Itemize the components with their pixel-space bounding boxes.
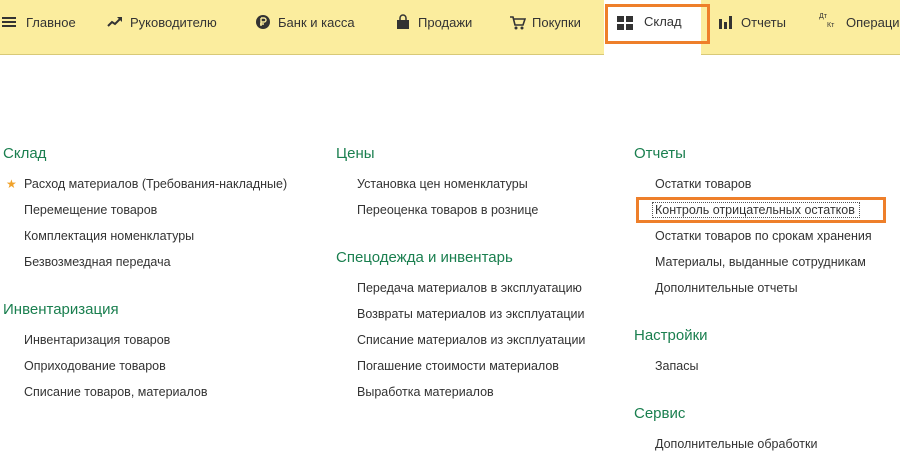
link-assembly[interactable]: Комплектация номенклатуры [24, 229, 194, 243]
section-title-workwear: Спецодежда и инвентарь [336, 249, 513, 266]
link-cost-repayment[interactable]: Погашение стоимости материалов [357, 359, 559, 373]
tab-reports[interactable]: Отчеты [717, 0, 786, 44]
section-panel: Главное Руководителю Банк и касса Продаж… [0, 0, 900, 55]
tab-label: Отчеты [741, 14, 786, 30]
cart-icon [508, 13, 526, 31]
link-stock-by-shelf-life[interactable]: Остатки товаров по срокам хранения [655, 229, 872, 243]
section-title-prices: Цены [336, 145, 375, 162]
favorite-star-icon[interactable]: ★ [6, 177, 17, 191]
link-free-transfer[interactable]: Безвозмездная передача [24, 255, 171, 269]
tab-bank[interactable]: Банк и касса [254, 0, 355, 44]
link-additional-reports[interactable]: Дополнительные отчеты [655, 281, 798, 295]
section-title-warehouse: Склад [3, 145, 47, 162]
tab-label: Главное [26, 14, 76, 30]
link-goods-writeoff[interactable]: Списание товаров, материалов [24, 385, 208, 399]
bag-icon [394, 13, 412, 31]
hamburger-icon [0, 13, 18, 31]
section-title-service: Сервис [634, 405, 686, 422]
tab-label: Операци [846, 14, 900, 30]
link-inventory-goods[interactable]: Инвентаризация товаров [24, 333, 170, 347]
tab-operations[interactable]: Дт Кт Операци [818, 0, 900, 44]
tab-main[interactable]: Главное [0, 0, 76, 44]
tab-label: Руководителю [130, 14, 217, 30]
tab-sales[interactable]: Продажи [394, 0, 472, 44]
section-title-inventory: Инвентаризация [3, 301, 119, 318]
tab-label: Склад [644, 14, 682, 29]
tab-label: Банк и касса [278, 14, 355, 30]
link-set-prices[interactable]: Установка цен номенклатуры [357, 177, 528, 191]
tab-manager[interactable]: Руководителю [106, 0, 217, 44]
tab-label: Продажи [418, 14, 473, 30]
section-title-settings: Настройки [634, 327, 708, 344]
link-stocks-settings[interactable]: Запасы [655, 359, 698, 373]
dt-kt-icon: Дт Кт [819, 13, 835, 29]
tab-warehouse[interactable]: Склад [604, 0, 701, 55]
trend-icon [106, 13, 124, 31]
link-goods-transfer[interactable]: Перемещение товаров [24, 203, 157, 217]
link-material-handover[interactable]: Передача материалов в эксплуатацию [357, 281, 582, 295]
bar-chart-icon [717, 13, 735, 31]
link-material-consumption[interactable]: Расход материалов (Требования-накладные) [24, 177, 287, 191]
section-title-reports: Отчеты [634, 145, 686, 162]
tab-label: Покупки [532, 14, 581, 30]
tab-purchases[interactable]: Покупки [508, 0, 581, 44]
link-stock-balance[interactable]: Остатки товаров [655, 177, 751, 191]
link-retail-revaluation[interactable]: Переоценка товаров в рознице [357, 203, 538, 217]
link-additional-processing[interactable]: Дополнительные обработки [655, 437, 817, 451]
ruble-icon [254, 13, 272, 31]
link-negative-stock-control[interactable]: Контроль отрицательных остатков [655, 203, 855, 217]
link-goods-receipt[interactable]: Оприходование товаров [24, 359, 166, 373]
link-materials-issued[interactable]: Материалы, выданные сотрудникам [655, 255, 866, 269]
link-material-returns[interactable]: Возвраты материалов из эксплуатации [357, 307, 584, 321]
warehouse-icon [616, 14, 634, 32]
link-material-output[interactable]: Выработка материалов [357, 385, 494, 399]
link-material-writeoff[interactable]: Списание материалов из эксплуатации [357, 333, 585, 347]
